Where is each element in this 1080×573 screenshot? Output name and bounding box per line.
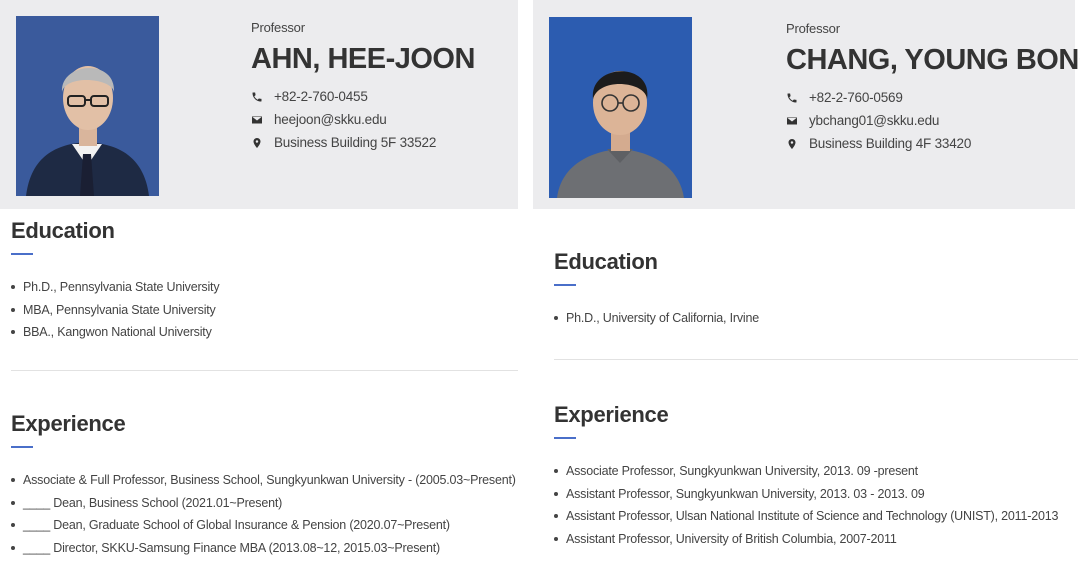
experience-section: Experience Associate Professor, Sungkyun… [554,402,1058,550]
email-row: heejoon@skku.edu [251,108,475,131]
education-item: Ph.D., University of California, Irvine [554,307,759,330]
email-link[interactable]: heejoon@skku.edu [274,112,387,127]
education-item: Ph.D., Pennsylvania State University [11,276,220,299]
phone-row: +82-2-760-0455 [251,85,475,108]
education-section: Education Ph.D., Pennsylvania State Univ… [11,218,220,344]
education-title: Education [554,249,658,274]
office-text: Business Building 5F 33522 [274,135,437,150]
phone-text: +82-2-760-0455 [274,89,368,104]
email-link[interactable]: ybchang01@skku.edu [809,113,939,128]
professor-role: Professor [251,20,305,35]
experience-title: Experience [11,411,126,436]
experience-item: Assistant Professor, Sungkyunkwan Univer… [554,483,1058,506]
location-pin-icon [786,138,798,150]
phone-icon [251,91,263,103]
profile-card-ahn: Professor AHN, HEE-JOON +82-2-760-0455 h… [0,0,518,555]
phone-text: +82-2-760-0569 [809,90,903,105]
title-underline [554,284,576,286]
mail-icon [786,115,798,127]
experience-item: ____ Director, SKKU-Samsung Finance MBA … [11,537,516,560]
professor-name: CHANG, YOUNG BONG [786,44,1080,76]
title-underline [11,253,33,255]
experience-item: Assistant Professor, University of Briti… [554,528,1058,551]
experience-item: Associate & Full Professor, Business Sch… [11,469,516,492]
experience-section: Experience Associate & Full Professor, B… [11,411,516,559]
mail-icon [251,114,263,126]
education-item: BBA., Kangwon National University [11,321,219,344]
professor-name: AHN, HEE-JOON [251,43,475,75]
phone-icon [786,92,798,104]
experience-item: Assistant Professor, Ulsan National Inst… [554,505,1058,528]
experience-list: Associate Professor, Sungkyunkwan Univer… [554,460,1058,550]
education-list: Ph.D., University of California, Irvine [554,307,759,330]
experience-item: ____ Dean, Business School (2021.01~Pres… [11,492,516,515]
experience-item: Associate Professor, Sungkyunkwan Univer… [554,460,1058,483]
profile-card-chang: Professor CHANG, YOUNG BONG +82-2-760-05… [533,0,1080,546]
location-pin-icon [251,137,263,149]
education-section: Education Ph.D., University of Californi… [554,249,759,330]
email-row: ybchang01@skku.edu [786,109,1080,132]
education-list: Ph.D., Pennsylvania State University MBA… [11,276,220,344]
profile-photo [16,16,159,196]
phone-row: +82-2-760-0569 [786,86,1080,109]
profile-photo [549,17,692,198]
office-row: Business Building 5F 33522 [251,131,475,154]
section-divider [11,370,518,371]
education-item: MBA, Pennsylvania State University [11,299,219,322]
experience-item: ____ Dean, Graduate School of Global Ins… [11,514,516,537]
office-row: Business Building 4F 33420 [786,132,1080,155]
section-divider [554,359,1078,360]
profile-header: Professor AHN, HEE-JOON +82-2-760-0455 h… [0,0,518,209]
experience-title: Experience [554,402,669,427]
title-underline [11,446,33,448]
education-title: Education [11,218,115,243]
title-underline [554,437,576,439]
experience-list: Associate & Full Professor, Business Sch… [11,469,516,559]
profile-header: Professor CHANG, YOUNG BONG +82-2-760-05… [533,0,1080,209]
office-text: Business Building 4F 33420 [809,136,972,151]
professor-role: Professor [786,21,840,36]
